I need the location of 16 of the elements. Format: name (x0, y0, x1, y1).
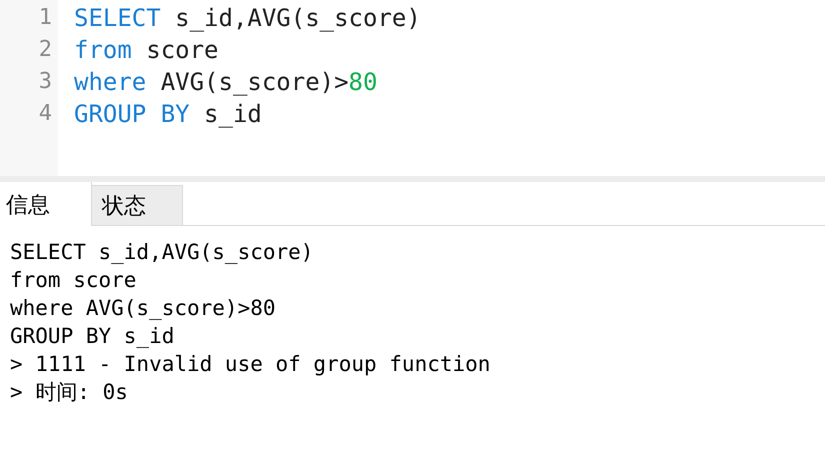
message-line: > 1111 - Invalid use of group function (10, 351, 492, 378)
code-line: SELECT s_id,AVG(s_score) (74, 3, 422, 34)
line-number: 3 (38, 68, 53, 96)
message-line: from score (10, 267, 138, 294)
code-line: GROUP BY s_id (74, 99, 263, 130)
message-line: SELECT s_id,AVG(s_score) (10, 239, 314, 266)
tab[interactable]: 信息 (0, 182, 92, 226)
message-line: where AVG(s_score)>80 (10, 295, 277, 322)
line-number: 4 (38, 100, 53, 128)
message-line: > 时间: 0s (10, 379, 129, 406)
code-line: from score (74, 35, 220, 66)
message-line: GROUP BY s_id (10, 323, 176, 350)
code-line: where AVG(s_score)>80 (74, 67, 378, 98)
tab[interactable]: 状态 (92, 185, 183, 225)
line-number: 2 (38, 36, 53, 64)
line-number: 1 (38, 4, 53, 32)
